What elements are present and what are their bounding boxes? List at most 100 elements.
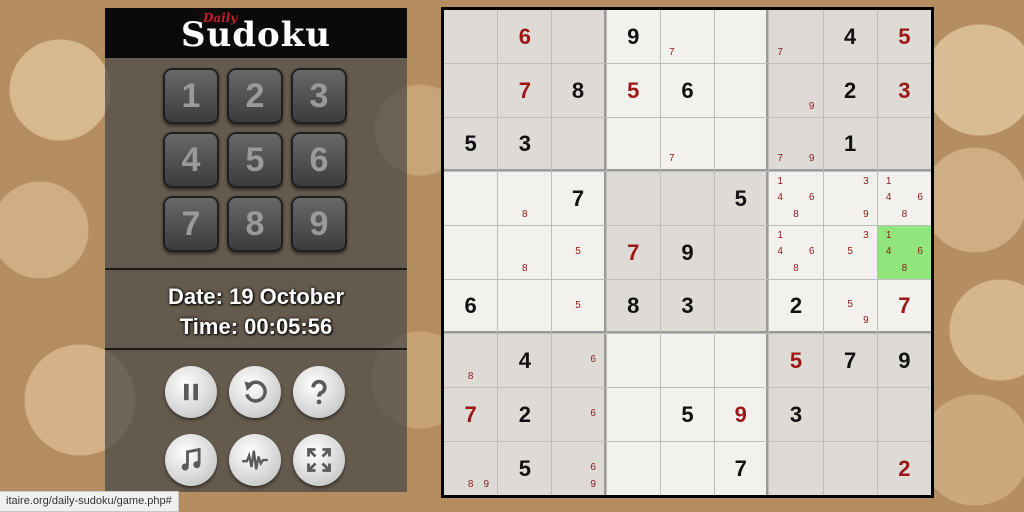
candidate-mark [788, 12, 804, 28]
sudoku-cell-r3c7[interactable]: 79 [769, 118, 823, 171]
sudoku-cell-r8c9[interactable] [877, 388, 931, 441]
sudoku-cell-r1c7[interactable]: 7 [769, 10, 823, 63]
sudoku-cell-r6c8[interactable]: 59 [823, 280, 877, 333]
sudoku-cell-r4c3[interactable]: 7 [552, 172, 606, 225]
sudoku-cell-r9c9[interactable]: 2 [877, 442, 931, 495]
sudoku-cell-r7c4[interactable] [606, 334, 660, 387]
sudoku-cell-r3c3[interactable] [552, 118, 606, 171]
sudoku-cell-r7c7[interactable]: 5 [769, 334, 823, 387]
sudoku-cell-r1c2[interactable]: 6 [498, 10, 552, 63]
sudoku-cell-r1c1[interactable] [444, 10, 498, 63]
sudoku-cell-r1c9[interactable]: 5 [877, 10, 931, 63]
number-key-3[interactable]: 3 [291, 68, 347, 124]
sudoku-cell-r1c5[interactable]: 7 [660, 10, 715, 63]
sudoku-cell-r3c8[interactable]: 1 [823, 118, 877, 171]
number-key-9[interactable]: 9 [291, 196, 347, 252]
sudoku-cell-r8c7[interactable]: 3 [769, 388, 823, 441]
sudoku-cell-r6c5[interactable]: 3 [660, 280, 715, 333]
sound-button[interactable] [229, 434, 281, 486]
number-key-4[interactable]: 4 [163, 132, 219, 188]
sudoku-cell-r4c5[interactable] [660, 172, 715, 225]
candidate-mark [804, 207, 820, 223]
sudoku-cell-r4c2[interactable]: 8 [498, 172, 552, 225]
number-key-1[interactable]: 1 [163, 68, 219, 124]
sudoku-cell-r1c4[interactable]: 9 [606, 10, 660, 63]
pause-button[interactable] [165, 366, 217, 418]
sudoku-cell-r2c6[interactable] [715, 64, 769, 117]
sudoku-cell-r9c7[interactable] [769, 442, 823, 495]
sudoku-cell-r8c5[interactable]: 5 [660, 388, 715, 441]
sudoku-cell-r3c4[interactable] [606, 118, 660, 171]
sudoku-cell-r4c6[interactable]: 5 [715, 172, 769, 225]
sudoku-cell-r4c7[interactable]: 1 4 68 [769, 172, 823, 225]
sudoku-cell-r8c2[interactable]: 2 [498, 388, 552, 441]
sudoku-cell-r6c2[interactable] [498, 280, 552, 333]
sudoku-cell-r6c9[interactable]: 7 [877, 280, 931, 333]
sudoku-cell-r5c3[interactable]: 5 [552, 226, 606, 279]
sudoku-cell-r2c5[interactable]: 6 [660, 64, 715, 117]
sudoku-cell-r5c1[interactable] [444, 226, 498, 279]
sudoku-cell-r6c1[interactable]: 6 [444, 280, 498, 333]
number-key-7[interactable]: 7 [163, 196, 219, 252]
sudoku-cell-r7c1[interactable]: 8 [444, 334, 498, 387]
sudoku-cell-r7c5[interactable] [660, 334, 715, 387]
sudoku-cell-r9c8[interactable] [823, 442, 877, 495]
sudoku-cell-r3c1[interactable]: 5 [444, 118, 498, 171]
sudoku-cell-r1c8[interactable]: 4 [823, 10, 877, 63]
sudoku-cell-r5c4[interactable]: 7 [606, 226, 660, 279]
sudoku-cell-r4c1[interactable] [444, 172, 498, 225]
sudoku-cell-r2c9[interactable]: 3 [877, 64, 931, 117]
sudoku-cell-r3c2[interactable]: 3 [498, 118, 552, 171]
sudoku-cell-r1c6[interactable] [715, 10, 769, 63]
sudoku-cell-r5c9[interactable]: 1 4 68 [877, 226, 931, 279]
sudoku-cell-r9c1[interactable]: 89 [444, 442, 498, 495]
sudoku-cell-r1c3[interactable] [552, 10, 606, 63]
sudoku-cell-r9c5[interactable] [660, 442, 715, 495]
sudoku-cell-r5c7[interactable]: 1 4 68 [769, 226, 823, 279]
number-key-8[interactable]: 8 [227, 196, 283, 252]
sudoku-cell-r4c4[interactable] [606, 172, 660, 225]
sudoku-cell-r6c4[interactable]: 8 [606, 280, 660, 333]
sudoku-cell-r8c1[interactable]: 7 [444, 388, 498, 441]
sudoku-cell-r7c8[interactable]: 7 [823, 334, 877, 387]
sudoku-cell-r2c1[interactable] [444, 64, 498, 117]
sudoku-cell-r2c7[interactable]: 9 [769, 64, 823, 117]
sudoku-cell-r8c4[interactable] [606, 388, 660, 441]
sudoku-cell-r6c3[interactable]: 5 [552, 280, 606, 333]
sudoku-cell-r9c2[interactable]: 5 [498, 442, 552, 495]
sudoku-cell-r8c8[interactable] [823, 388, 877, 441]
sudoku-cell-r3c9[interactable] [877, 118, 931, 171]
undo-button[interactable] [229, 366, 281, 418]
sudoku-cell-r7c3[interactable]: 6 [552, 334, 606, 387]
sudoku-cell-r4c8[interactable]: 39 [823, 172, 877, 225]
sudoku-cell-r3c5[interactable]: 7 [660, 118, 715, 171]
help-button[interactable] [293, 366, 345, 418]
sudoku-cell-r7c9[interactable]: 9 [877, 334, 931, 387]
sudoku-cell-r4c9[interactable]: 1 4 68 [877, 172, 931, 225]
sudoku-cell-r9c4[interactable] [606, 442, 660, 495]
number-key-2[interactable]: 2 [227, 68, 283, 124]
sudoku-cell-r2c3[interactable]: 8 [552, 64, 606, 117]
sudoku-cell-r5c5[interactable]: 9 [660, 226, 715, 279]
sudoku-cell-r2c8[interactable]: 2 [823, 64, 877, 117]
candidate-mark [788, 45, 804, 61]
sudoku-cell-r8c3[interactable]: 6 [552, 388, 606, 441]
sudoku-cell-r6c7[interactable]: 2 [769, 280, 823, 333]
cell-value: 3 [681, 292, 694, 318]
number-key-6[interactable]: 6 [291, 132, 347, 188]
sudoku-cell-r8c6[interactable]: 9 [715, 388, 769, 441]
number-key-5[interactable]: 5 [227, 132, 283, 188]
fullscreen-button[interactable] [293, 434, 345, 486]
sudoku-cell-r9c3[interactable]: 69 [552, 442, 606, 495]
sudoku-cell-r9c6[interactable]: 7 [715, 442, 769, 495]
music-button[interactable] [165, 434, 217, 486]
sudoku-cell-r5c6[interactable] [715, 226, 769, 279]
sudoku-cell-r3c6[interactable] [715, 118, 769, 171]
sudoku-cell-r7c2[interactable]: 4 [498, 334, 552, 387]
sudoku-cell-r2c4[interactable]: 5 [606, 64, 660, 117]
sudoku-cell-r6c6[interactable] [715, 280, 769, 333]
sudoku-cell-r5c2[interactable]: 8 [498, 226, 552, 279]
sudoku-cell-r7c6[interactable] [715, 334, 769, 387]
sudoku-cell-r2c2[interactable]: 7 [498, 64, 552, 117]
sudoku-cell-r5c8[interactable]: 35 [823, 226, 877, 279]
